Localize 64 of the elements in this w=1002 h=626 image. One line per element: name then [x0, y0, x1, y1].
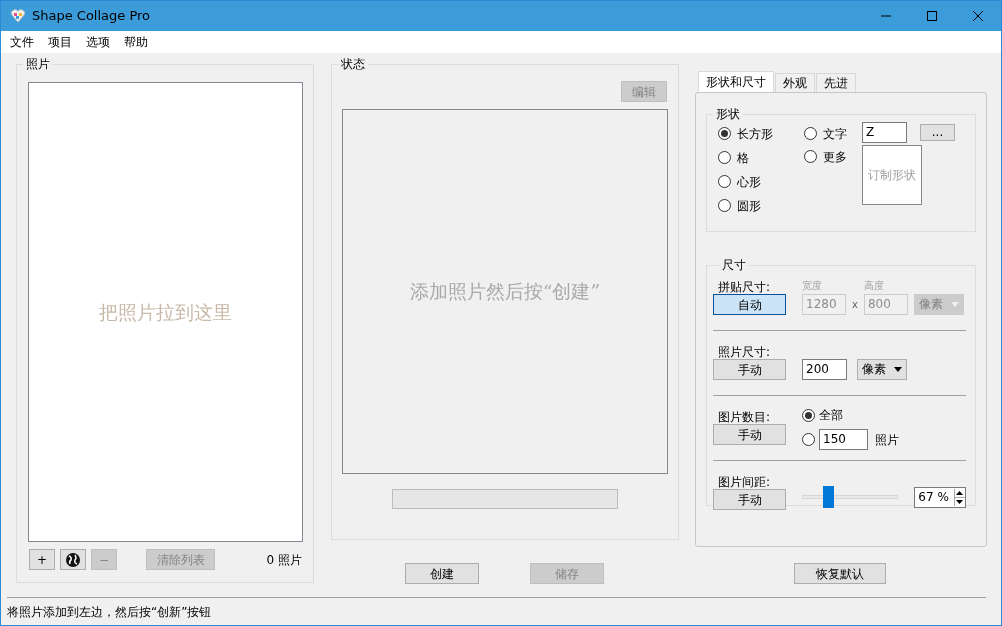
create-button[interactable]: 创建: [405, 563, 479, 584]
group-title: 状态: [340, 58, 366, 70]
menu-item[interactable]: 帮助: [117, 33, 155, 51]
radio-button[interactable]: [804, 150, 817, 163]
window-title: Shape Collage Pro: [32, 7, 152, 26]
tab[interactable]: 形状和尺寸: [698, 71, 774, 92]
menu-item[interactable]: 选项: [79, 33, 117, 51]
add-button[interactable]: +: [29, 549, 55, 570]
option-label: 圆形: [737, 198, 761, 215]
manual-button[interactable]: 手动: [713, 359, 786, 380]
height-label: 高度: [863, 281, 885, 291]
field-label: 照片尺寸:: [717, 346, 772, 359]
radio-button[interactable]: [718, 175, 731, 188]
reset-defaults-button[interactable]: 恢复默认: [794, 563, 886, 584]
tab[interactable]: 外观: [775, 73, 815, 92]
manual-button[interactable]: 手动: [713, 424, 786, 445]
browse-button[interactable]: ...: [920, 124, 955, 141]
radio-button[interactable]: [718, 127, 731, 140]
option-label: 全部: [819, 407, 843, 424]
count-field[interactable]: 150: [819, 429, 868, 450]
times-sign: x: [852, 297, 858, 312]
close-icon: [973, 11, 983, 21]
width-label: 宽度: [802, 281, 823, 291]
custom-shape-label: 订制形状: [868, 167, 916, 184]
dropdown-arrow-icon: [950, 301, 959, 307]
radio-button[interactable]: [802, 408, 815, 422]
percent-spinner[interactable]: 67 %: [914, 486, 966, 508]
group-title: 尺寸: [721, 259, 747, 271]
option-label: 文字: [823, 126, 847, 143]
unit-label: 像素: [918, 296, 943, 313]
option-label: 长方形: [737, 126, 773, 143]
maximize-icon: [927, 11, 937, 21]
option-label: 格: [737, 150, 749, 167]
preview-hint: 添加照片然后按“创建”: [409, 279, 601, 305]
option-label: 更多: [823, 149, 847, 166]
tab[interactable]: 先进: [816, 73, 856, 92]
menu-item[interactable]: 项目: [41, 33, 79, 51]
field-label: 图片间距:: [717, 476, 772, 489]
unit-dropdown[interactable]: 像素: [857, 358, 907, 380]
unit-label: 照片: [875, 431, 899, 449]
slider-thumb[interactable]: [823, 486, 835, 508]
globe-icon: [65, 551, 81, 568]
group-title: 照片: [25, 58, 51, 70]
group-title: 形状: [715, 108, 741, 120]
field-label: 图片数目:: [717, 411, 772, 424]
radio-button[interactable]: [718, 151, 731, 164]
radio-button[interactable]: [804, 127, 817, 140]
field-label: 拼贴尺寸:: [717, 281, 772, 294]
photo-count: 0 照片: [266, 551, 302, 569]
manual-button[interactable]: 手动: [713, 489, 786, 510]
web-button[interactable]: [60, 549, 86, 570]
percent-value: 67 %: [918, 488, 950, 506]
menu-item[interactable]: 文件: [3, 33, 41, 51]
dropdown-arrow-icon: [894, 366, 902, 372]
heart-logo-icon: [10, 8, 26, 24]
spinner-arrows-icon: [954, 488, 965, 506]
text-field[interactable]: Z: [862, 122, 907, 143]
size-field[interactable]: 200: [802, 358, 847, 380]
radio-button[interactable]: [802, 433, 815, 446]
radio-button[interactable]: [718, 199, 731, 212]
option-label: 心形: [737, 174, 761, 191]
drop-hint: 把照片拉到这里: [99, 299, 232, 325]
status-text: 将照片添加到左边，然后按“创新”按钮: [7, 603, 212, 621]
unit-label: 像素: [862, 361, 886, 378]
